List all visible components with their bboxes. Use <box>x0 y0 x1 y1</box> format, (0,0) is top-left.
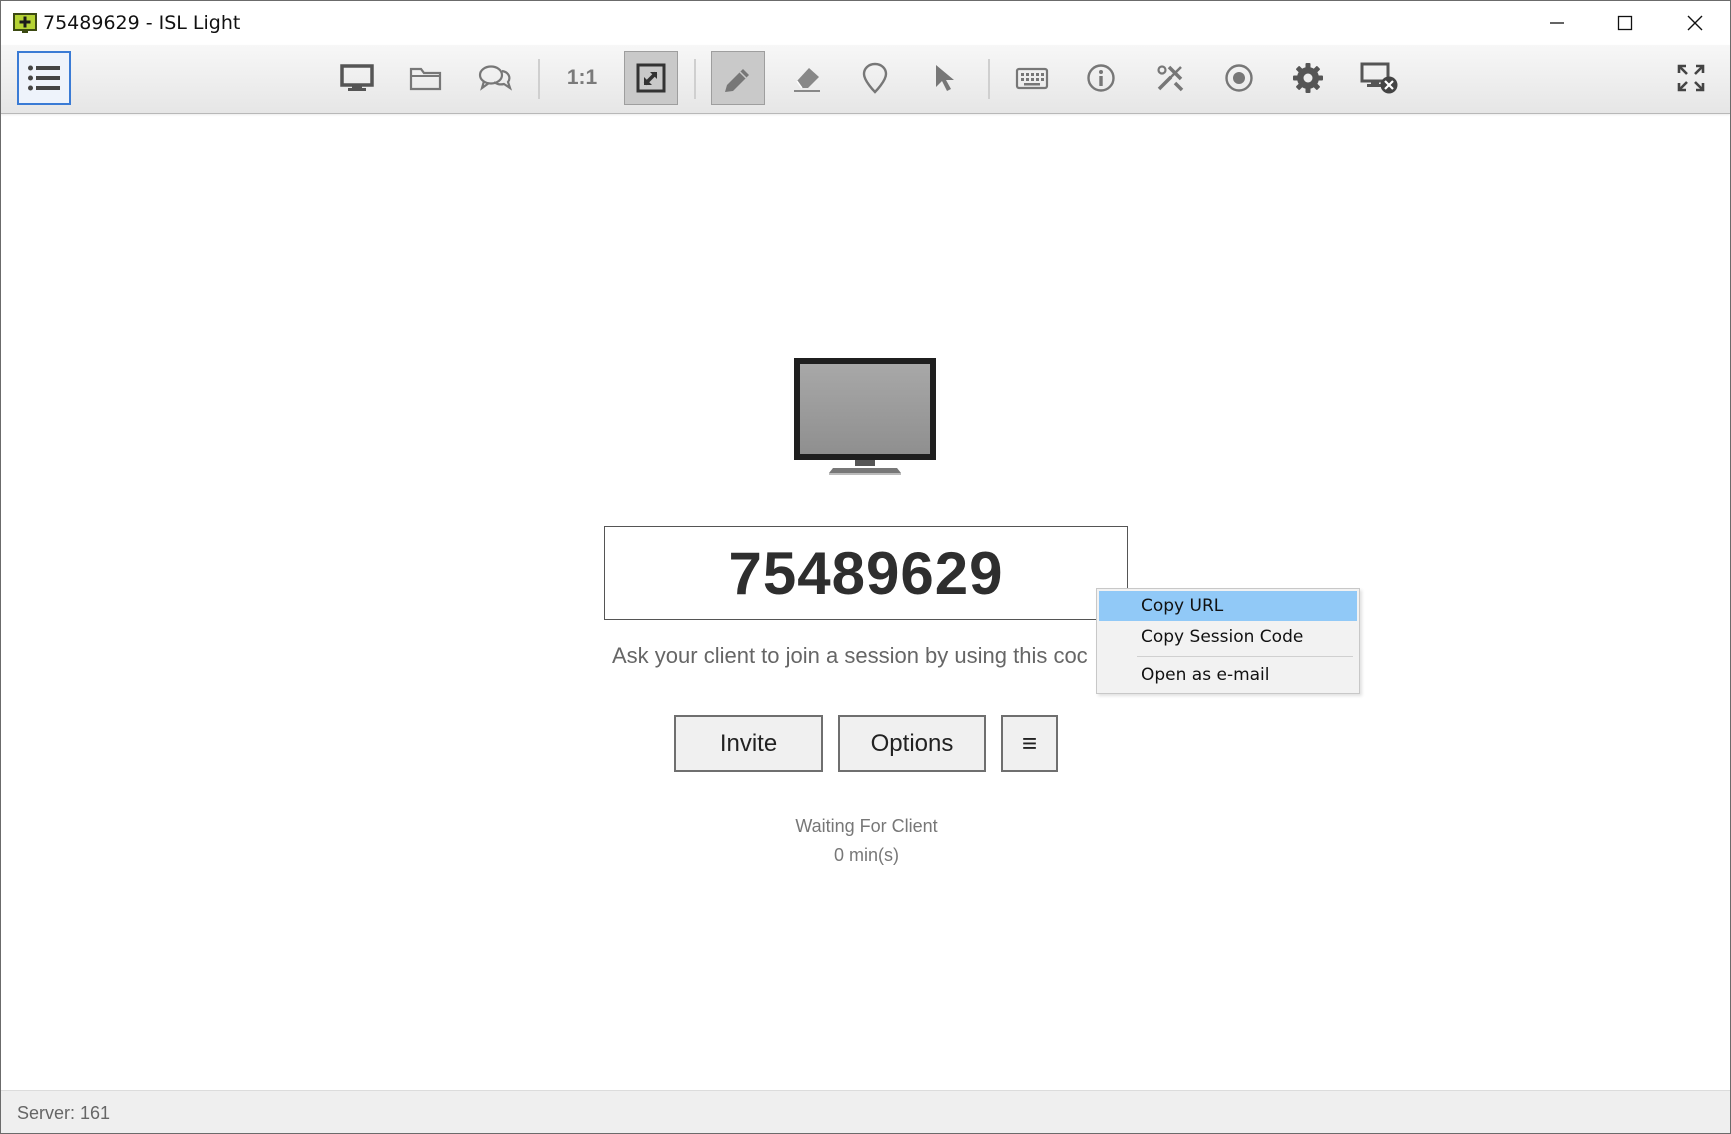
status-bar: Server: 161 <box>1 1090 1730 1133</box>
menu-item-copy-url[interactable]: Copy URL <box>1099 591 1357 621</box>
tools-icon <box>1157 65 1184 92</box>
session-hint: Ask your client to join a session by usi… <box>612 643 1088 668</box>
title-bar: 75489629 - ISL Light <box>1 1 1730 45</box>
desktop-view-button[interactable] <box>330 51 384 105</box>
close-button[interactable] <box>1661 1 1729 45</box>
toolbar-separator <box>694 59 696 99</box>
disconnect-button[interactable] <box>1353 51 1407 105</box>
context-menu: Copy URL Copy Session Code Open as e-mai… <box>1096 588 1360 694</box>
disconnect-icon <box>1360 62 1398 94</box>
session-code-box[interactable]: 75489629 <box>604 526 1128 620</box>
toolbar-separator <box>538 59 540 99</box>
session-code: 75489629 <box>728 539 1004 607</box>
eraser-icon <box>794 68 820 92</box>
isl-light-window: 75489629 - ISL Light 1:1 75489629 Ask yo… <box>0 0 1731 1134</box>
sidebar-menu-button[interactable] <box>17 51 71 105</box>
toolbar-separator <box>988 59 990 99</box>
pin-icon <box>862 62 888 94</box>
fullscreen-button[interactable] <box>1664 51 1718 105</box>
settings-button[interactable] <box>1281 51 1335 105</box>
record-button[interactable] <box>1212 51 1266 105</box>
file-transfer-button[interactable] <box>399 51 453 105</box>
maximize-icon <box>1617 15 1633 31</box>
options-button[interactable]: Options <box>838 715 986 772</box>
elapsed-time: 0 min(s) <box>833 845 899 865</box>
minimize-button[interactable] <box>1523 1 1591 45</box>
menu-separator <box>1137 656 1353 657</box>
invite-button[interactable]: Invite <box>674 715 823 772</box>
pointer-button[interactable] <box>917 51 971 105</box>
tools-button[interactable] <box>1143 51 1197 105</box>
server-label: Server: 161 <box>17 1103 111 1123</box>
fit-screen-icon <box>636 63 666 93</box>
chat-icon <box>478 65 512 91</box>
menu-item-open-as-email[interactable]: Open as e-mail <box>1099 660 1357 690</box>
menu-item-copy-session-code[interactable]: Copy Session Code <box>1099 622 1357 652</box>
more-menu-button[interactable]: ≡ <box>1001 715 1058 772</box>
folder-icon <box>409 67 442 91</box>
marker-button[interactable] <box>848 51 902 105</box>
minimize-icon <box>1550 22 1564 24</box>
fit-to-screen-button[interactable] <box>624 51 678 105</box>
pen-icon <box>725 69 749 92</box>
list-icon <box>28 65 60 91</box>
info-icon <box>1087 64 1115 92</box>
desktop-icon <box>340 64 374 91</box>
keyboard-icon <box>1015 67 1049 90</box>
chat-button[interactable] <box>468 51 522 105</box>
isl-light-app-icon <box>13 13 37 33</box>
ratio-label: 1:1 <box>566 66 598 89</box>
pointer-icon <box>936 65 954 91</box>
ratio-button[interactable]: 1:1 <box>555 51 609 105</box>
record-icon <box>1225 64 1253 92</box>
gear-icon <box>1293 63 1323 93</box>
toolbar: 1:1 <box>1 45 1730 114</box>
monitor-illustration <box>794 358 936 475</box>
eraser-button[interactable] <box>780 51 834 105</box>
window-title: 75489629 - ISL Light <box>43 12 241 34</box>
info-button[interactable] <box>1074 51 1128 105</box>
maximize-button[interactable] <box>1591 1 1659 45</box>
keyboard-button[interactable] <box>1005 51 1059 105</box>
fullscreen-icon <box>1677 64 1705 92</box>
status-text: Waiting For Client <box>795 816 938 836</box>
draw-button[interactable] <box>711 51 765 105</box>
close-icon <box>1687 15 1703 31</box>
